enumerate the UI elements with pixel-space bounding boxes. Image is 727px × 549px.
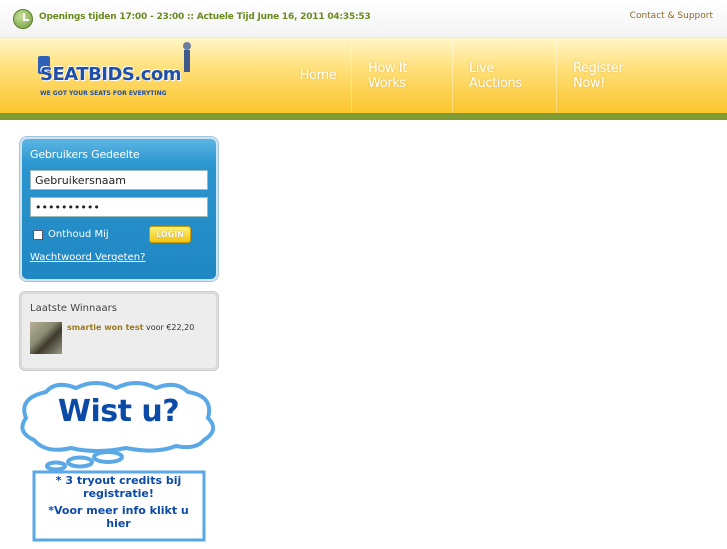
login-button[interactable]: LOGIN xyxy=(149,226,191,243)
username-input[interactable] xyxy=(30,170,208,190)
password-input[interactable] xyxy=(30,197,208,217)
winner-product-image[interactable] xyxy=(30,322,62,354)
seatbids-logo[interactable]: SEATBIDS.com WE GOT YOUR SEATS FOR EVERY… xyxy=(32,42,202,104)
logo-name: SEATBIDS.com xyxy=(40,64,182,85)
header-divider xyxy=(0,113,727,120)
nav-live-auctions[interactable]: Live Auctions xyxy=(452,38,556,113)
remember-me-label: Onthoud Mij xyxy=(48,229,109,240)
promo-headline: Wist u? xyxy=(57,394,180,429)
winner-name[interactable]: smartie won test xyxy=(67,323,143,332)
latest-winners-title: Laatste Winnaars xyxy=(30,303,117,314)
current-time: Actuele Tijd June 16, 2011 04:35:53 xyxy=(196,12,371,22)
logo-tagline: WE GOT YOUR SEATS FOR EVERYTING xyxy=(40,90,167,97)
login-title: Gebruikers Gedeelte xyxy=(30,148,140,161)
promo-line-3: *Voor meer info klikt u xyxy=(48,504,189,517)
winner-item: smartie won test voor €22,20 xyxy=(67,323,194,332)
contact-support-link[interactable]: Contact & Support xyxy=(630,11,713,21)
forgot-password-link[interactable]: Wachtwoord Vergeten? xyxy=(30,252,145,263)
promo-line-2: registratie! xyxy=(83,487,154,500)
remember-me[interactable]: Onthoud Mij xyxy=(33,229,109,240)
opening-hours-text: Openings tijden 17:00 - 23:00 xyxy=(39,12,185,22)
remember-me-checkbox[interactable] xyxy=(33,229,43,240)
separator: :: xyxy=(187,12,194,22)
login-panel: Gebruikers Gedeelte Onthoud Mij LOGIN Wa… xyxy=(20,137,218,281)
promo-text-layer: Wist u? * 3 tryout credits bij registrat… xyxy=(16,380,221,545)
latest-winners-panel: Laatste Winnaars smartie won test voor €… xyxy=(20,292,218,370)
top-bar: Openings tijden 17:00 - 23:00 :: Actuele… xyxy=(0,0,727,38)
opening-hours: Openings tijden 17:00 - 23:00 :: Actuele… xyxy=(39,12,371,22)
nav-home[interactable]: Home xyxy=(285,38,351,113)
promo-line-4: hier xyxy=(106,517,131,530)
winner-price: voor €22,20 xyxy=(145,323,195,332)
clock-icon xyxy=(13,9,33,29)
main-nav: Home How It Works Live Auctions Register… xyxy=(285,38,660,113)
nav-how-it-works[interactable]: How It Works xyxy=(351,38,452,113)
header: SEATBIDS.com WE GOT YOUR SEATS FOR EVERY… xyxy=(0,38,727,113)
nav-register-now[interactable]: Register Now! xyxy=(556,38,660,113)
promo-line-1: * 3 tryout credits bij xyxy=(55,474,182,487)
mascot-icon xyxy=(180,42,194,82)
